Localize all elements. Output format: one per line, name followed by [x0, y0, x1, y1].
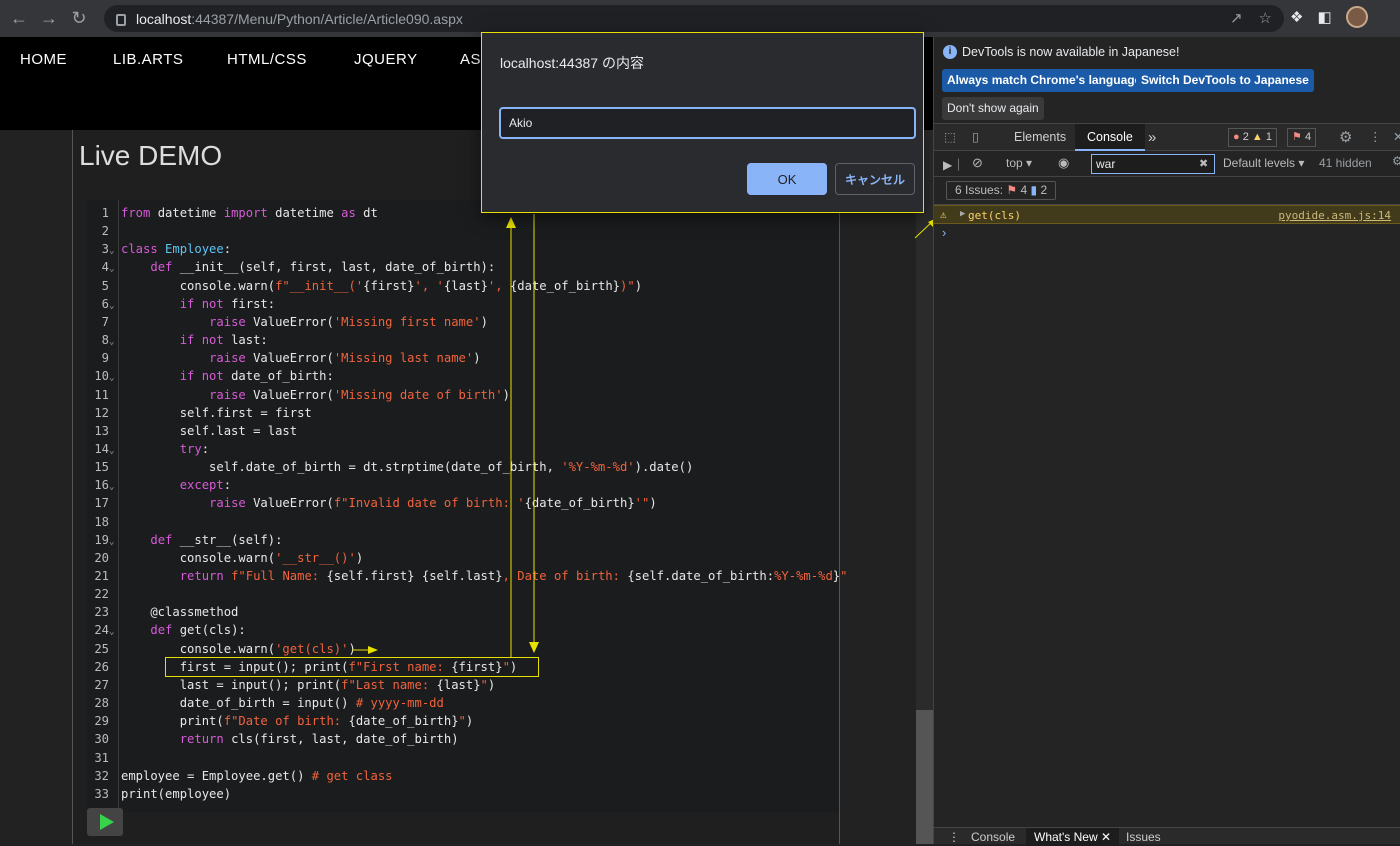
clear-filter-icon[interactable]: ✖: [1199, 157, 1208, 170]
devtools-tabbar: ⬚ ▯ Elements Console » ● 2 ▲ 1 ⚑ 4 ⚙ ⋮ ✕: [934, 123, 1400, 151]
more-tabs-icon[interactable]: »: [1148, 124, 1156, 151]
dialog-input[interactable]: [499, 107, 916, 139]
warning-triangle-icon: ⚠: [940, 208, 947, 221]
info-icon: i: [943, 45, 957, 59]
console-filter-input[interactable]: [1091, 154, 1215, 174]
console-prompt[interactable]: ›: [934, 225, 1400, 243]
log-levels-label: Default levels: [1223, 156, 1296, 170]
warning-source-link[interactable]: pyodide.asm.js:14: [1278, 209, 1391, 222]
close-devtools-icon[interactable]: ✕: [1393, 124, 1400, 151]
drawer-tab-whats-new[interactable]: What's New ✕: [1026, 828, 1120, 846]
issues-bar: 6 Issues: ⚑ 4 ▮ 2: [934, 177, 1400, 205]
issues-counter[interactable]: ⚑ 4: [1287, 128, 1317, 147]
issues-pill[interactable]: 6 Issues: ⚑ 4 ▮ 2: [946, 181, 1057, 200]
tab-elements[interactable]: Elements: [1014, 124, 1066, 151]
error-warning-counter[interactable]: ● 2 ▲ 1: [1228, 128, 1277, 147]
drawer-tabbar: ⋮ Console What's New ✕ Issues: [934, 827, 1400, 846]
console-toolbar: ▶｜ ⊘ top ▾ ◉ ✖ Default levels ▾ 41 hidde…: [934, 151, 1400, 177]
drawer-tab-whats-new-label: What's New: [1034, 830, 1098, 844]
match-language-button[interactable]: Always match Chrome's language: [942, 69, 1147, 92]
issues-error-count: 4: [1020, 183, 1028, 197]
switch-japanese-button[interactable]: Switch DevTools to Japanese: [1136, 69, 1314, 92]
issues-count: 4: [1304, 131, 1312, 143]
expand-triangle-icon[interactable]: ▶: [960, 209, 965, 219]
inspect-element-icon[interactable]: ⬚: [944, 124, 956, 151]
device-toolbar-icon[interactable]: ▯: [972, 124, 979, 151]
error-count: 2: [1242, 131, 1249, 143]
issue-info-icon: ▮: [1030, 183, 1038, 197]
drawer-tab-console[interactable]: Console: [971, 830, 1015, 844]
warning-message: get(cls): [968, 209, 1021, 222]
hidden-count: 41 hidden: [1319, 156, 1372, 170]
sidebar-toggle-icon[interactable]: ▶｜: [943, 156, 964, 173]
log-levels-dropdown[interactable]: Default levels ▾: [1223, 156, 1304, 170]
issue-error-icon: ⚑: [1006, 183, 1018, 197]
tab-console[interactable]: Console: [1075, 124, 1145, 151]
dialog-title: localhost:44387 の内容: [500, 55, 644, 71]
infobar-message: DevTools is now available in Japanese!: [962, 45, 1180, 59]
console-warning-row[interactable]: ⚠ ▶ get(cls) pyodide.asm.js:14: [934, 205, 1400, 224]
drawer-tab-issues[interactable]: Issues: [1126, 830, 1161, 844]
clear-console-icon[interactable]: ⊘: [972, 155, 983, 171]
console-settings-gear-icon[interactable]: ⚙: [1392, 154, 1400, 168]
devtools-panel: i DevTools is now available in Japanese!…: [933, 37, 1400, 846]
issues-info-count: 2: [1040, 183, 1048, 197]
dont-show-again-button[interactable]: Don't show again: [942, 97, 1044, 120]
ok-button[interactable]: OK: [747, 163, 827, 195]
warning-count: 1: [1265, 131, 1272, 143]
context-selector[interactable]: top ▾: [1006, 156, 1032, 170]
prompt-dialog: localhost:44387 の内容 OK キャンセル: [481, 32, 924, 213]
kebab-menu-icon[interactable]: ⋮: [1369, 124, 1382, 151]
settings-gear-icon[interactable]: ⚙: [1339, 124, 1352, 151]
issues-label: 6 Issues:: [955, 183, 1004, 197]
context-label: top: [1006, 156, 1023, 170]
drawer-menu-icon[interactable]: ⋮: [948, 830, 960, 844]
language-infobar: i DevTools is now available in Japanese!…: [934, 37, 1400, 122]
cancel-button[interactable]: キャンセル: [835, 163, 915, 195]
live-expression-eye-icon[interactable]: ◉: [1058, 155, 1069, 171]
